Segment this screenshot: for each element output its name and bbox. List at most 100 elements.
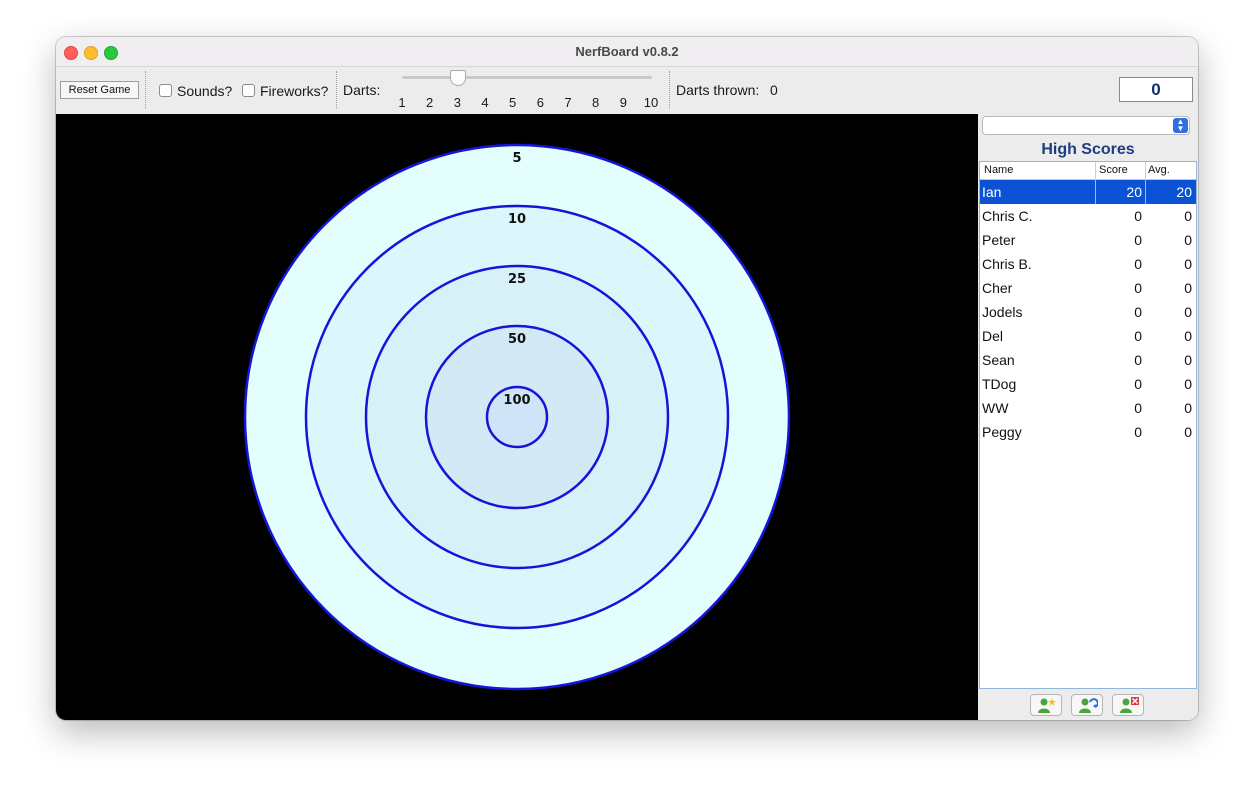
toolbar-separator	[145, 71, 146, 109]
player-select[interactable]: ▲ ▼	[982, 116, 1190, 135]
player-score: 0	[1134, 424, 1142, 440]
player-name: Ian	[982, 184, 1002, 200]
player-name: TDog	[982, 376, 1017, 392]
remove-player-button[interactable]	[1112, 694, 1144, 716]
darts-thrown-value: 0	[770, 82, 778, 98]
player-score: 0	[1134, 208, 1142, 224]
dartboard[interactable]: 5 10 25 50 100	[56, 114, 978, 720]
fireworks-checkbox[interactable]	[242, 84, 255, 97]
table-row[interactable]: Chris B. 0 0	[980, 252, 1196, 276]
player-score: 20	[1126, 184, 1142, 200]
refresh-user-icon	[1079, 698, 1098, 713]
player-score: 0	[1134, 400, 1142, 416]
ring-score-label: 25	[508, 272, 526, 287]
darts-label: Darts:	[343, 82, 381, 98]
column-header-score[interactable]: Score	[1099, 164, 1128, 176]
darts-thrown-label: Darts thrown:	[676, 82, 760, 98]
add-user-icon	[1038, 698, 1056, 713]
player-average: 0	[1184, 232, 1192, 248]
refresh-player-button[interactable]	[1071, 694, 1103, 716]
player-score: 0	[1134, 304, 1142, 320]
darts-tick-label: 2	[426, 95, 434, 110]
table-row[interactable]: TDog 0 0	[980, 372, 1196, 396]
fireworks-label: Fireworks?	[260, 83, 329, 99]
darts-tick-label: 3	[453, 95, 461, 110]
player-score: 0	[1134, 256, 1142, 272]
toolbar-separator	[336, 71, 337, 109]
player-actions-bar	[978, 690, 1198, 720]
sounds-label: Sounds?	[177, 83, 233, 99]
remove-user-icon	[1120, 697, 1139, 713]
table-row[interactable]: Sean 0 0	[980, 348, 1196, 372]
table-row[interactable]: Peggy 0 0	[980, 420, 1196, 444]
player-average: 0	[1184, 352, 1192, 368]
darts-tick-label: 8	[592, 95, 600, 110]
column-divider	[1095, 162, 1096, 179]
darts-tick-label: 4	[481, 95, 489, 110]
table-row[interactable]: Del 0 0	[980, 324, 1196, 348]
darts-slider-track[interactable]	[402, 76, 652, 79]
ring-score-label: 5	[512, 151, 521, 166]
player-name: Del	[982, 328, 1004, 344]
darts-slider-thumb[interactable]	[450, 70, 466, 86]
dartboard-canvas[interactable]: 5 10 25 50 100	[56, 114, 978, 720]
player-average: 0	[1184, 328, 1192, 344]
player-name: Sean	[982, 352, 1015, 368]
player-name: Chris C.	[982, 208, 1033, 224]
ring-score-label: 50	[508, 332, 526, 347]
darts-tick-label: 9	[619, 95, 627, 110]
toolbar: Reset Game Sounds? Fireworks? Darts: 1 2 3…	[56, 67, 1198, 113]
window-title: NerfBoard v0.8.2	[575, 44, 679, 59]
column-divider	[1145, 180, 1146, 204]
table-row[interactable]: WW 0 0	[980, 396, 1196, 420]
player-name: Peggy	[982, 424, 1022, 440]
player-name: WW	[982, 400, 1009, 416]
player-score: 0	[1134, 376, 1142, 392]
table-row[interactable]: Jodels 0 0	[980, 300, 1196, 324]
column-header-name[interactable]: Name	[984, 164, 1013, 176]
high-scores-title: High Scores	[1041, 141, 1135, 158]
table-row[interactable]: Cher 0 0	[980, 276, 1196, 300]
player-average: 0	[1184, 304, 1192, 320]
darts-tick-label: 1	[398, 95, 406, 110]
table-body: Ian 20 20 Chris C. 0 0 Peter 0 0 Chris B. 0 0 Cher 0 0…	[980, 180, 1196, 444]
column-divider	[1145, 162, 1146, 179]
high-scores-table: Name Score Avg. Ian 20 20 Chris C. 0 0 Peter 0 0…	[979, 161, 1197, 689]
darts-tick-label: 6	[536, 95, 544, 110]
column-divider	[1095, 180, 1096, 204]
player-average: 0	[1184, 400, 1192, 416]
player-score: 0	[1134, 232, 1142, 248]
player-average: 0	[1184, 256, 1192, 272]
player-average: 0	[1184, 208, 1192, 224]
player-name: Cher	[982, 280, 1013, 296]
sounds-checkbox[interactable]	[159, 84, 172, 97]
add-player-button[interactable]	[1030, 694, 1062, 716]
app-window: NerfBoard v0.8.2 Reset Game Sounds? Fire…	[56, 37, 1198, 720]
player-name: Chris B.	[982, 256, 1032, 272]
table-row[interactable]: Peter 0 0	[980, 228, 1196, 252]
table-row[interactable]: Ian 20 20	[980, 180, 1196, 204]
player-average: 0	[1184, 280, 1192, 296]
player-score: 0	[1134, 352, 1142, 368]
darts-tick-label: 10	[643, 95, 659, 110]
player-average: 20	[1176, 184, 1192, 200]
ring-score-label: 100	[503, 393, 530, 408]
toolbar-separator	[669, 71, 670, 109]
ring-score-label: 10	[508, 212, 526, 227]
high-scores-panel: ▲ ▼ High Scores Name Score Avg. Ian 20 20 Ch…	[978, 114, 1198, 720]
player-name: Jodels	[982, 304, 1023, 320]
current-score-display: 0	[1119, 77, 1193, 102]
title-bar: NerfBoard v0.8.2	[56, 37, 1198, 67]
player-name: Peter	[982, 232, 1016, 248]
table-header: Name Score Avg.	[980, 162, 1196, 180]
column-header-avg[interactable]: Avg.	[1148, 164, 1170, 176]
darts-tick-label: 7	[564, 95, 572, 110]
player-average: 0	[1184, 376, 1192, 392]
table-row[interactable]: Chris C. 0 0	[980, 204, 1196, 228]
chevron-up-down-icon: ▲ ▼	[1173, 118, 1188, 133]
player-score: 0	[1134, 328, 1142, 344]
player-score: 0	[1134, 280, 1142, 296]
darts-tick-label: 5	[509, 95, 517, 110]
player-average: 0	[1184, 424, 1192, 440]
reset-game-button[interactable]: Reset Game	[60, 81, 139, 99]
